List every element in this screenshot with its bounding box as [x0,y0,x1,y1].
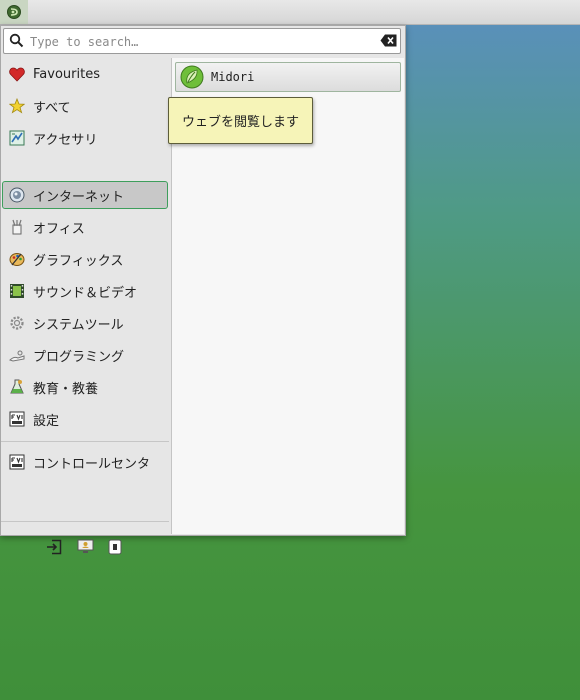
programming-icon [8,346,26,364]
category-system-tools[interactable]: システムツール [2,309,168,337]
session-actions [1,532,169,562]
category-label: アクセサリ [33,132,98,148]
category-label: インターネット [33,189,125,205]
education-flask-icon [8,378,26,396]
lock-screen-icon [108,539,122,555]
category-accessories[interactable]: アクセサリ [2,124,168,152]
category-graphics[interactable]: グラフィックス [2,245,168,273]
category-settings[interactable]: 設定 [2,405,168,433]
control-center-item[interactable]: コントロールセンタ [2,448,168,476]
app-menu-button[interactable] [0,0,28,24]
actions-divider [1,521,169,522]
category-office[interactable]: オフィス [2,213,168,241]
app-tooltip: ウェブを閲覧します [168,97,313,144]
category-label: 教育・教養 [33,381,99,397]
category-label: グラフィックス [33,253,124,269]
switch-user-button[interactable] [76,538,94,556]
heart-icon [8,65,26,83]
app-menu-icon [7,5,21,19]
category-label: Favourites [33,66,100,82]
category-sidebar: Favourites すべて アクセサリ インターネット オフィス グラフィック… [1,58,171,555]
star-icon [8,97,26,115]
logout-icon [47,539,62,555]
settings-panel-icon [8,410,26,428]
office-icon [8,218,26,236]
category-programming[interactable]: プログラミング [2,341,168,369]
film-strip-icon [8,282,26,300]
app-label: Midori [211,70,255,84]
category-all[interactable]: すべて [2,92,168,120]
logout-button[interactable] [45,538,63,556]
sidebar-divider [1,441,169,442]
category-label: 設定 [33,413,60,429]
category-label: すべて [33,100,71,116]
control-center-icon [8,453,26,471]
lock-screen-button[interactable] [106,538,124,556]
midori-leaf-icon [180,65,204,89]
category-sound-video[interactable]: サウンド＆ビデオ [2,277,168,305]
app-item-midori[interactable]: Midori [175,62,401,92]
category-education[interactable]: 教育・教養 [2,373,168,401]
switch-user-icon [77,539,93,553]
category-favourites[interactable]: Favourites [2,60,168,88]
category-internet[interactable]: インターネット [2,181,168,209]
search-input[interactable] [28,31,372,53]
search-icon [9,33,24,48]
category-label: システムツール [33,317,124,333]
category-label: サウンド＆ビデオ [33,285,138,301]
category-label: プログラミング [33,349,125,365]
category-label: コントロールセンタ [33,456,151,472]
clear-search-icon[interactable] [380,34,397,47]
search-box [3,28,401,54]
gear-icon [8,314,26,332]
graphics-palette-icon [8,250,26,268]
category-label: オフィス [33,221,85,237]
top-panel [0,0,580,25]
internet-globe-icon [8,186,26,204]
accessories-icon [8,129,26,147]
